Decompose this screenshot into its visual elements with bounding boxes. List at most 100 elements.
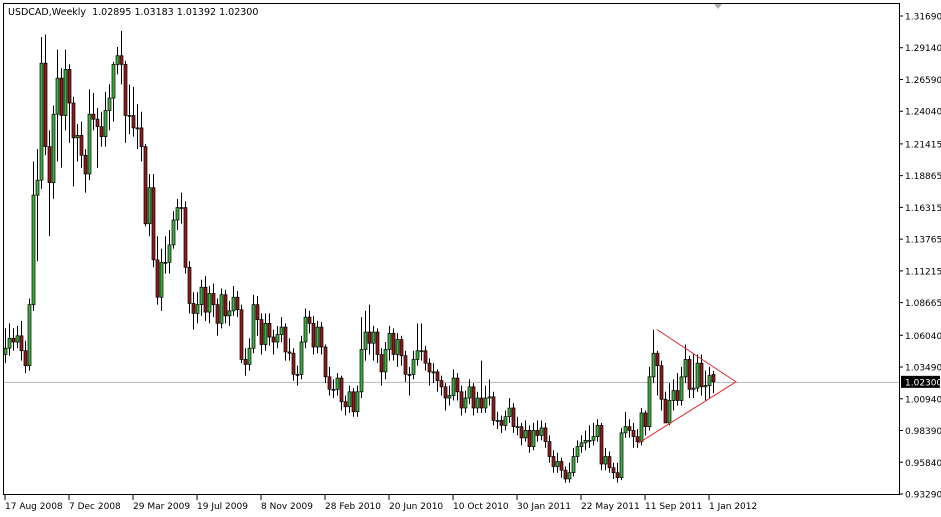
- bear-candle: [235, 290, 240, 318]
- bull-candle: [555, 452, 560, 473]
- candle-body: [687, 359, 692, 390]
- candle-body: [535, 430, 540, 436]
- candle-body: [459, 391, 464, 409]
- bear-candle: [283, 323, 288, 361]
- candle-body: [415, 350, 420, 360]
- bear-candle: [67, 64, 72, 143]
- candle-body: [487, 396, 492, 399]
- candle-body: [335, 377, 340, 390]
- candle-body: [287, 351, 292, 354]
- candle-body: [499, 420, 504, 426]
- candle-body: [635, 436, 640, 442]
- x-tick-label: 7 Dec 2008: [69, 502, 121, 512]
- bull-candle: [171, 211, 176, 249]
- candle-body: [187, 266, 192, 304]
- candle-body: [363, 331, 368, 350]
- candle-body: [659, 365, 664, 400]
- bull-candle: [387, 325, 392, 361]
- candle-body: [95, 118, 100, 128]
- candle-body: [359, 349, 364, 393]
- candle-body: [447, 395, 452, 399]
- candle-body: [159, 261, 164, 298]
- bull-candle: [7, 323, 12, 356]
- candle-body: [319, 326, 324, 348]
- bear-candle: [211, 283, 216, 318]
- x-tick-label: 28 Feb 2010: [325, 502, 381, 512]
- bear-candle: [143, 144, 148, 227]
- candle-body: [299, 341, 304, 375]
- candlestick-chart[interactable]: 1.31690 1.29140 1.26590 1.24040 1.21415 1.188…: [0, 0, 941, 517]
- bull-candle: [407, 366, 412, 396]
- candle-body: [311, 322, 316, 348]
- bear-candle: [119, 30, 124, 85]
- candle-body: [599, 425, 604, 465]
- bull-candle: [55, 49, 60, 162]
- candle-body: [259, 319, 264, 345]
- candle-body: [431, 371, 436, 374]
- y-tick-label: 0.95840: [905, 459, 941, 469]
- x-tick-label: 11 Sep 2011: [645, 502, 702, 512]
- bull-candle: [591, 422, 596, 446]
- bull-candle: [619, 427, 624, 481]
- candle-body: [139, 127, 144, 147]
- candle-body: [71, 102, 76, 139]
- bear-candle: [511, 403, 516, 433]
- candle-body: [183, 207, 188, 268]
- candle-body: [467, 386, 472, 399]
- bear-candle: [123, 60, 128, 143]
- chart-shift-marker[interactable]: [714, 4, 722, 9]
- bear-candle: [643, 410, 648, 436]
- candle-body: [11, 337, 16, 343]
- bull-candle: [127, 84, 132, 135]
- candle-body: [623, 426, 628, 434]
- bull-candle: [51, 105, 56, 199]
- candle-body: [7, 337, 12, 349]
- bear-candle: [627, 419, 632, 438]
- candle-body: [351, 391, 356, 413]
- candle-body: [675, 390, 680, 401]
- bull-candle: [603, 447, 608, 471]
- candle-body: [399, 339, 404, 357]
- candle-body: [519, 426, 524, 439]
- bear-candle: [367, 304, 372, 355]
- candle-body: [103, 110, 108, 137]
- bull-candle: [299, 335, 304, 380]
- bear-candle: [471, 383, 476, 416]
- candles-layer: [3, 30, 716, 483]
- bear-candle: [19, 320, 24, 361]
- candle-body: [695, 362, 700, 389]
- bear-candle: [59, 68, 64, 168]
- candle-body: [119, 55, 124, 65]
- bear-candle: [139, 111, 144, 162]
- candle-body: [663, 398, 668, 424]
- bull-candle: [163, 236, 168, 274]
- candle-body: [495, 420, 500, 422]
- bear-candle: [191, 292, 196, 330]
- candle-body: [463, 397, 468, 409]
- bull-candle: [159, 248, 164, 311]
- candle-body: [243, 359, 248, 365]
- bull-candle: [575, 440, 580, 463]
- candle-body: [327, 376, 332, 390]
- bull-candle: [227, 300, 232, 326]
- bear-candle: [319, 322, 324, 355]
- bull-candle: [507, 398, 512, 423]
- bear-candle: [459, 385, 464, 416]
- candle-body: [371, 331, 376, 344]
- bull-candle: [39, 37, 44, 189]
- candle-body: [51, 113, 56, 184]
- candle-body: [547, 441, 552, 457]
- x-tick-label: 30 Jan 2011: [517, 502, 571, 512]
- candle-body: [267, 322, 272, 338]
- price-axis: 1.31690 1.29140 1.26590 1.24040 1.21415 1.188…: [899, 13, 941, 501]
- bear-candle: [291, 348, 296, 381]
- candle-body: [531, 430, 536, 447]
- candle-body: [23, 350, 28, 367]
- bear-candle: [615, 462, 620, 483]
- candle-body: [195, 304, 200, 314]
- bull-candle: [111, 61, 116, 122]
- bull-candle: [475, 391, 480, 413]
- bear-candle: [563, 466, 568, 483]
- bull-candle: [495, 411, 500, 430]
- candle-body: [555, 461, 560, 467]
